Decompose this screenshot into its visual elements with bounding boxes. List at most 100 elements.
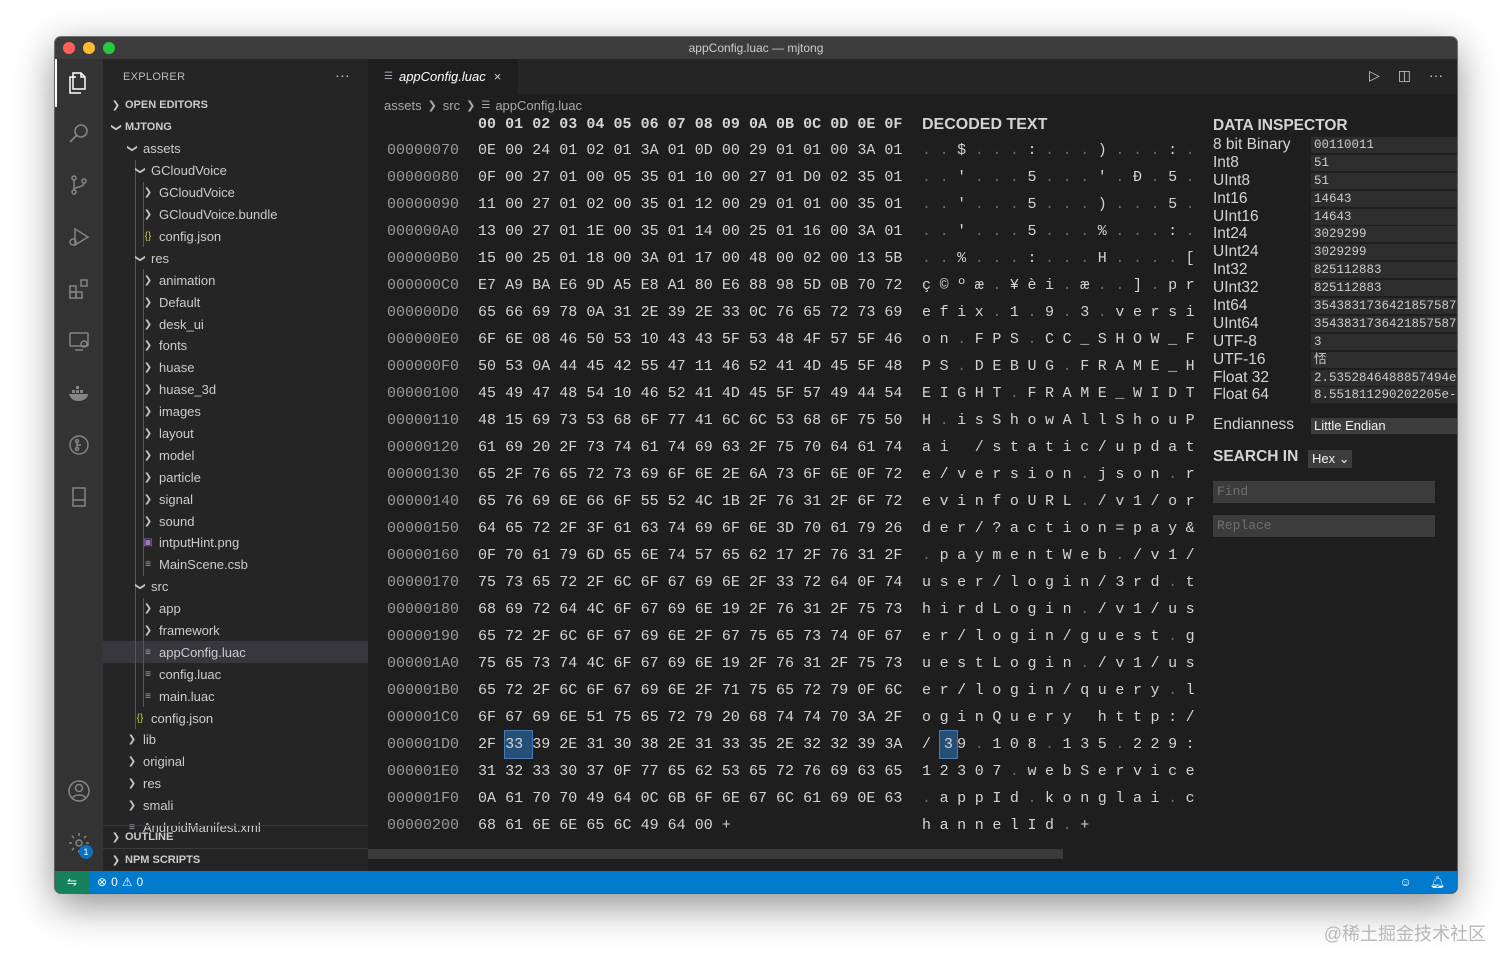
decoded-char[interactable]: e [922,623,940,650]
hex-byte[interactable]: 10 [695,164,722,191]
hex-byte[interactable]: 50 [884,407,911,434]
hex-byte[interactable]: 17 [695,245,722,272]
hex-byte[interactable]: 0B [830,272,857,299]
decoded-char[interactable]: h [1010,407,1028,434]
hex-byte[interactable]: 55 [641,488,668,515]
decoded-char[interactable]: y [1168,515,1186,542]
decoded-char[interactable]: o [992,677,1010,704]
decoded-char[interactable]: . [1168,623,1186,650]
decoded-char[interactable]: . [1045,137,1063,164]
decoded-char[interactable]: p [1168,272,1186,299]
decoded-char[interactable]: ' [1098,164,1116,191]
tree-folder[interactable]: ❯ animation [103,269,368,292]
decoded-char[interactable]: c [1186,785,1204,812]
hex-byte[interactable]: 2F [532,677,559,704]
decoded-char[interactable]: e [1027,704,1045,731]
hex-byte[interactable]: 00 [695,812,722,839]
hex-byte[interactable]: 2F [830,596,857,623]
inspector-value[interactable]: 51 [1311,154,1457,171]
hex-byte[interactable]: 69 [641,623,668,650]
decoded-char[interactable]: . [1063,137,1081,164]
decoded-char[interactable]: r [1133,569,1151,596]
hex-byte[interactable]: 2F [695,677,722,704]
decoded-char[interactable]: . [1133,137,1151,164]
hex-byte[interactable]: 2F [803,542,830,569]
hex-byte[interactable]: 01 [668,137,695,164]
decoded-char[interactable]: d [1045,812,1063,839]
hex-byte[interactable]: 79 [695,704,722,731]
hex-byte[interactable]: 48 [559,380,586,407]
decoded-char[interactable]: u [1098,677,1116,704]
decoded-char[interactable]: . [1080,596,1098,623]
hex-byte[interactable]: 68 [803,407,830,434]
decoded-char[interactable]: l [1098,407,1116,434]
account-icon[interactable] [55,767,103,815]
decoded-char[interactable]: e [957,569,975,596]
hex-byte[interactable]: + [722,812,749,839]
decoded-char[interactable]: . [1151,164,1169,191]
decoded-char[interactable]: e [1045,758,1063,785]
hex-byte[interactable]: 38 [641,731,668,758]
decoded-char[interactable]: a [922,434,940,461]
decoded-char[interactable]: v [1133,758,1151,785]
decoded-char[interactable]: o [1045,461,1063,488]
hex-byte[interactable]: E8 [641,272,668,299]
decoded-char[interactable]: a [1027,434,1045,461]
hex-byte[interactable]: 63 [641,515,668,542]
decoded-char[interactable]: u [1098,623,1116,650]
hex-byte[interactable]: 69 [830,785,857,812]
decoded-char[interactable]: . [992,137,1010,164]
hex-byte[interactable]: 75 [749,677,776,704]
feedback-icon[interactable]: ☺ [1400,875,1412,889]
hex-byte[interactable]: 6F [695,785,722,812]
hex-byte[interactable]: 20 [532,434,559,461]
decoded-char[interactable]: o [1027,569,1045,596]
hex-byte[interactable]: 35 [641,218,668,245]
hex-bytes[interactable]: E7 A9 BA E6 9D A5 E8 A1 80 E6 88 98 5D 0B 70 72 [478,272,912,299]
decoded-char[interactable]: . [922,542,940,569]
hex-byte[interactable]: 01 [668,218,695,245]
decoded-char[interactable]: u [1168,650,1186,677]
decoded-char[interactable]: Ð [1133,164,1151,191]
hex-byte[interactable]: 79 [559,542,586,569]
hex-byte[interactable]: 16 [803,218,830,245]
hex-byte[interactable]: 57 [695,542,722,569]
hex-byte[interactable]: D0 [803,164,830,191]
decoded-char[interactable]: E [922,380,940,407]
hex-byte[interactable]: 4F [803,326,830,353]
hex-bytes[interactable]: 68 61 6E 6E 65 6C 49 64 00 + [478,812,749,839]
hex-byte[interactable]: 53 [613,326,640,353]
decoded-text[interactable]: . p a y m e n t We b. / v 1/ [922,542,1203,569]
hex-byte[interactable]: 3A [641,137,668,164]
hex-bytes[interactable]: 6F 6E 08 46 50 53 10 43 43 5F 53 48 4F 57 5F 46 [478,326,912,353]
hex-byte[interactable]: 00 [505,191,532,218]
hex-byte[interactable]: 6F [803,461,830,488]
hex-byte[interactable]: 24 [532,137,559,164]
decoded-char[interactable]: . [940,137,958,164]
hex-editor[interactable]: 00 01 02 03 04 05 06 07 08 09 0A 0B 0C 0D 0E 0F DECODED… [368,116,1208,859]
tree-folder[interactable]: ❯ sound [103,510,368,533]
decoded-char[interactable]: / [1098,434,1116,461]
hex-byte[interactable]: 15 [505,407,532,434]
hex-byte[interactable]: 13 [478,218,505,245]
decoded-char[interactable]: C [1063,326,1081,353]
hex-byte[interactable]: 6C [613,812,640,839]
hex-byte[interactable]: 41 [695,407,722,434]
hex-byte[interactable]: 00 [505,137,532,164]
decoded-char[interactable]: . [992,272,1010,299]
decoded-char[interactable]: T [1186,380,1204,407]
hex-byte[interactable]: 65 [478,677,505,704]
hex-byte[interactable]: 01 [884,164,911,191]
decoded-char[interactable]: d [975,596,993,623]
decoded-char[interactable]: . [1010,137,1028,164]
decoded-char[interactable]: % [957,245,975,272]
hex-byte[interactable]: 02 [830,164,857,191]
hex-byte[interactable]: 0F [613,758,640,785]
hex-byte[interactable]: 46 [722,353,749,380]
hex-byte[interactable]: 88 [749,272,776,299]
hex-byte[interactable]: 57 [803,380,830,407]
hex-byte[interactable]: 76 [776,299,803,326]
tree-folder[interactable]: ❯ huase_3d [103,378,368,401]
decoded-char[interactable]: n [1027,542,1045,569]
decoded-char[interactable]: P [992,326,1010,353]
